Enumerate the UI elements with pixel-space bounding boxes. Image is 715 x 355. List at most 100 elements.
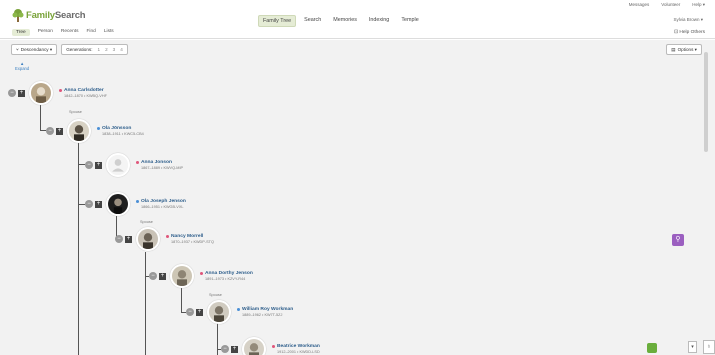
person-name[interactable]: Anna Dorthy Jenson bbox=[205, 271, 253, 276]
options-button[interactable]: ▤ Options ▾ bbox=[666, 44, 702, 55]
person-name[interactable]: William Roy Workman bbox=[242, 307, 293, 312]
collapse-icon[interactable]: − bbox=[8, 89, 16, 97]
view-selector[interactable]: ⑂ Descendancy ▾ bbox=[11, 44, 58, 55]
collapse-icon[interactable]: − bbox=[85, 161, 93, 169]
person-card[interactable]: − + William Roy Workman 1889–1962 • KW7T… bbox=[186, 300, 293, 324]
options-label: Options ▾ bbox=[677, 46, 697, 52]
tree-canvas[interactable]: ⑂ Descendancy ▾ Generations: 1 2 3 4 ▤ O… bbox=[0, 40, 715, 355]
person-name[interactable]: Beatrice Workman bbox=[277, 344, 320, 349]
vertical-scrollbar[interactable] bbox=[704, 52, 708, 152]
collapse-icon[interactable]: − bbox=[85, 200, 93, 208]
person-card[interactable]: − + Nancy Morrell 1870–1937 • KWDP-STQ bbox=[115, 227, 214, 251]
collapse-icon[interactable]: − bbox=[186, 308, 194, 316]
expand-label: Expand bbox=[15, 66, 30, 71]
tree-tools-button[interactable]: ⚲ bbox=[672, 234, 684, 246]
expand-square-icon[interactable]: + bbox=[56, 127, 63, 135]
person-card[interactable]: − + Ola Jönsson 1838–1911 • KWC5-CB4 bbox=[46, 119, 144, 143]
connector-line bbox=[78, 142, 79, 355]
collapse-icon[interactable]: − bbox=[149, 272, 157, 280]
person-photo-placeholder[interactable] bbox=[106, 153, 130, 177]
person-dates: 1842–1870 • KWBQ-VHF bbox=[64, 94, 107, 98]
expand-square-icon[interactable]: + bbox=[18, 89, 25, 97]
expand-button[interactable]: ▴ Expand bbox=[15, 62, 30, 72]
spouse-label: Spouse bbox=[209, 293, 222, 297]
person-name[interactable]: Nancy Morrell bbox=[171, 234, 203, 239]
collapse-icon[interactable]: − bbox=[115, 235, 123, 243]
spouse-label: Spouse bbox=[69, 110, 82, 114]
person-photo[interactable] bbox=[136, 227, 160, 251]
subnav: Tree Person Recents Find Lists ⊡ Help Ot… bbox=[0, 28, 715, 39]
nav-indexing[interactable]: Indexing bbox=[365, 15, 393, 27]
help-others-label: Help Others bbox=[679, 30, 705, 35]
person-name[interactable]: Anna Carlsdotter bbox=[64, 88, 104, 93]
expand-square-icon[interactable]: + bbox=[231, 345, 238, 353]
logo-family: Family bbox=[26, 9, 55, 21]
connector-line bbox=[40, 105, 41, 130]
person-dates: 1889–1962 • KW7T-5ZJ bbox=[242, 313, 283, 317]
help-others-icon: ⊡ bbox=[674, 30, 679, 35]
expand-square-icon[interactable]: + bbox=[196, 308, 203, 316]
nav-temple[interactable]: Temple bbox=[397, 15, 422, 27]
green-action-button[interactable] bbox=[647, 343, 657, 353]
messages-link[interactable]: Messages bbox=[629, 2, 650, 8]
generation-3[interactable]: 3 bbox=[113, 47, 116, 52]
logo-search: Search bbox=[54, 9, 86, 21]
lightbulb-icon[interactable]: ♁ bbox=[703, 340, 715, 354]
tab-tree[interactable]: Tree bbox=[12, 29, 30, 36]
help-link[interactable]: Help ▾ bbox=[692, 2, 705, 8]
spouse-label: Spouse bbox=[140, 220, 153, 224]
nav-search[interactable]: Search bbox=[300, 15, 325, 27]
generations-label: Generations: bbox=[66, 47, 93, 52]
tree-logo-icon bbox=[12, 9, 24, 22]
person-photo[interactable] bbox=[29, 81, 53, 105]
scroll-down-icon[interactable]: ▾ bbox=[688, 341, 697, 353]
generation-2[interactable]: 2 bbox=[105, 47, 108, 52]
user-menu[interactable]: Sylvia Brown ▾ bbox=[673, 17, 703, 23]
gender-dot-icon bbox=[59, 89, 62, 92]
generation-1[interactable]: 1 bbox=[98, 47, 101, 52]
gender-dot-icon bbox=[272, 345, 275, 348]
descendancy-icon: ⑂ bbox=[16, 47, 19, 52]
person-photo[interactable] bbox=[242, 337, 266, 355]
person-photo[interactable] bbox=[67, 119, 91, 143]
connector-line bbox=[78, 164, 85, 165]
collapse-icon[interactable]: − bbox=[221, 345, 229, 353]
person-name[interactable]: Ola Joseph Jenson bbox=[141, 199, 186, 204]
subnav-tabs: Tree Person Recents Find Lists bbox=[12, 29, 114, 36]
expand-square-icon[interactable]: + bbox=[95, 161, 102, 169]
familysearch-logo[interactable]: FamilySearch bbox=[12, 8, 86, 22]
gender-dot-icon bbox=[136, 200, 139, 203]
gender-dot-icon bbox=[166, 235, 169, 238]
expand-square-icon[interactable]: + bbox=[95, 200, 102, 208]
person-dates: 1867–1889 • KWVQ-MIP bbox=[141, 166, 184, 170]
tab-lists[interactable]: Lists bbox=[104, 29, 114, 36]
gender-dot-icon bbox=[97, 127, 100, 130]
person-photo[interactable] bbox=[106, 192, 130, 216]
person-name[interactable]: Anna Jonson bbox=[141, 160, 172, 165]
person-card[interactable]: − + Anna Jonson 1867–1889 • KWVQ-MIP bbox=[85, 153, 183, 177]
tab-recents[interactable]: Recents bbox=[61, 29, 79, 36]
nav-memories[interactable]: Memories bbox=[329, 15, 361, 27]
tab-find[interactable]: Find bbox=[87, 29, 96, 36]
person-card[interactable]: − + Anna Dorthy Jenson 1891–1973 • KZVY-… bbox=[149, 264, 253, 288]
person-dates: 1891–1973 • KZVY-R44 bbox=[205, 277, 246, 281]
person-name[interactable]: Ola Jönsson bbox=[102, 126, 131, 131]
person-photo[interactable] bbox=[207, 300, 231, 324]
nav-family-tree[interactable]: Family Tree bbox=[258, 15, 297, 27]
volunteer-link[interactable]: Volunteer bbox=[661, 2, 680, 8]
view-label: Descendancy ▾ bbox=[20, 46, 53, 52]
person-card[interactable]: − + Anna Carlsdotter 1842–1870 • KWBQ-VH… bbox=[8, 81, 107, 105]
generation-4[interactable]: 4 bbox=[120, 47, 123, 52]
person-card[interactable]: − + Ola Joseph Jenson 1866–1951 • KWGB-V… bbox=[85, 192, 186, 216]
person-card[interactable]: − + Beatrice Workman 1912–2001 • KWDD-LS… bbox=[221, 337, 320, 355]
expand-square-icon[interactable]: + bbox=[159, 272, 166, 280]
collapse-icon[interactable]: − bbox=[46, 127, 54, 135]
expand-square-icon[interactable]: + bbox=[125, 235, 132, 243]
person-photo[interactable] bbox=[170, 264, 194, 288]
help-others-link[interactable]: ⊡ Help Others bbox=[674, 30, 705, 35]
top-links: Messages Volunteer Help ▾ bbox=[629, 2, 705, 8]
tab-person[interactable]: Person bbox=[38, 29, 53, 36]
connector-line bbox=[181, 288, 182, 312]
person-dates: 1866–1951 • KWGB-VXL bbox=[141, 205, 184, 209]
connector-line bbox=[217, 322, 218, 355]
